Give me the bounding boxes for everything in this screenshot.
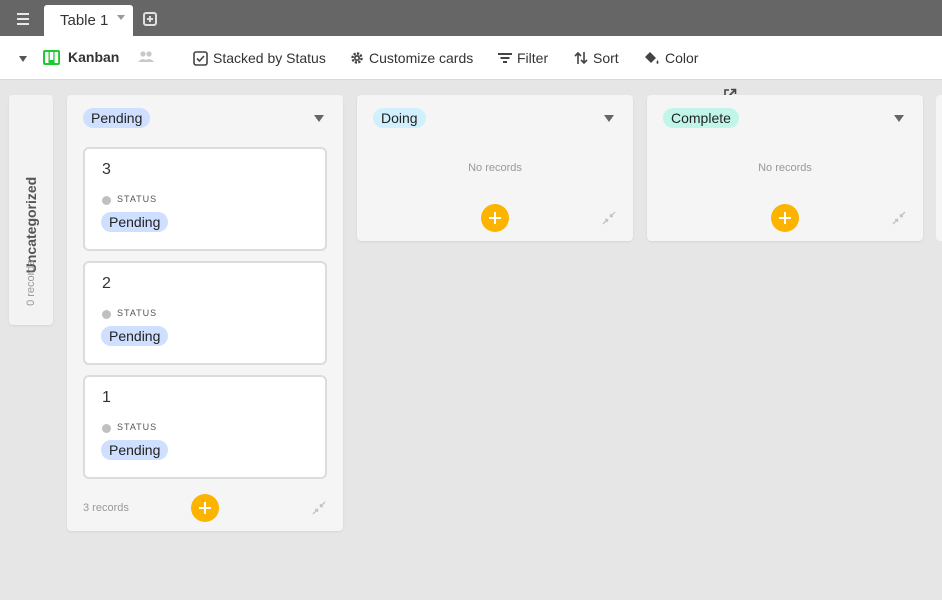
chevron-down-icon[interactable] (117, 15, 125, 20)
paint-bucket-icon (645, 51, 659, 64)
stack-header-pill: Complete (663, 108, 739, 128)
collapse-stack-icon[interactable] (312, 501, 326, 515)
chevron-down-icon[interactable] (894, 115, 904, 122)
status-badge: Pending (101, 440, 169, 460)
status-field-icon (102, 196, 111, 205)
view-name[interactable]: Kanban (68, 49, 119, 65)
add-table-icon[interactable] (143, 12, 157, 26)
filter-icon (498, 53, 512, 63)
add-record-button[interactable] (771, 204, 799, 232)
tab-bar: Table 1 (0, 0, 942, 36)
view-toolbar: Kanban Stacked by Status Customize cards… (0, 36, 942, 102)
customize-cards-button[interactable]: Customize cards (350, 49, 473, 67)
card-title: 3 (102, 161, 111, 178)
filter-label: Filter (517, 50, 549, 66)
card-title: 2 (102, 275, 111, 292)
color-button[interactable]: Color (644, 49, 698, 67)
stacked-by-button[interactable]: Stacked by Status (193, 49, 326, 67)
color-label: Color (665, 50, 699, 66)
view-switcher-chevron-icon[interactable] (19, 56, 27, 62)
gear-icon (351, 52, 363, 64)
customize-cards-label: Customize cards (369, 50, 474, 66)
stack-header-pill: Pending (83, 108, 151, 128)
chevron-down-icon[interactable] (604, 115, 614, 122)
hamburger-menu-icon[interactable] (14, 11, 34, 27)
collapse-stack-icon[interactable] (892, 211, 906, 225)
record-card[interactable]: 3 STATUS Pending (83, 147, 327, 251)
status-badge: Pending (101, 326, 169, 346)
add-record-button[interactable] (191, 494, 219, 522)
sort-icon (574, 51, 588, 65)
field-label: STATUS (117, 422, 158, 432)
collapse-stack-icon[interactable] (602, 211, 616, 225)
chevron-down-icon[interactable] (314, 115, 324, 122)
status-badge: Pending (101, 212, 169, 232)
sort-button[interactable]: Sort (574, 49, 619, 67)
status-field-icon (102, 310, 111, 319)
uncategorized-stack[interactable]: Uncategorized 0 records (9, 95, 53, 325)
filter-button[interactable]: Filter (498, 49, 548, 67)
stack-header-pill: Doing (373, 108, 426, 128)
empty-state-text: No records (468, 162, 522, 174)
field-label: STATUS (117, 194, 158, 204)
offscreen-stack-edge (936, 95, 942, 241)
tab-table-1[interactable]: Table 1 (44, 5, 133, 36)
field-label: STATUS (117, 308, 158, 318)
tab-label: Table 1 (60, 12, 109, 29)
stack-complete: Complete No records (647, 95, 923, 241)
collaborators-icon[interactable] (137, 50, 155, 64)
checkbox-icon (193, 50, 208, 66)
record-count: 3 records (83, 502, 129, 514)
sort-label: Sort (593, 50, 619, 66)
stacked-by-label: Stacked by Status (213, 50, 326, 66)
add-record-button[interactable] (481, 204, 509, 232)
uncategorized-title: Uncategorized (23, 176, 39, 274)
empty-state-text: No records (758, 162, 812, 174)
record-card[interactable]: 1 STATUS Pending (83, 375, 327, 479)
status-field-icon (102, 424, 111, 433)
record-card[interactable]: 2 STATUS Pending (83, 261, 327, 365)
card-title: 1 (102, 389, 111, 406)
kanban-icon (43, 50, 60, 65)
stack-pending: Pending 3 STATUS Pending 2 STATUS Pendin… (67, 95, 343, 531)
uncategorized-count: 0 records (25, 260, 37, 306)
stack-doing: Doing No records (357, 95, 633, 241)
